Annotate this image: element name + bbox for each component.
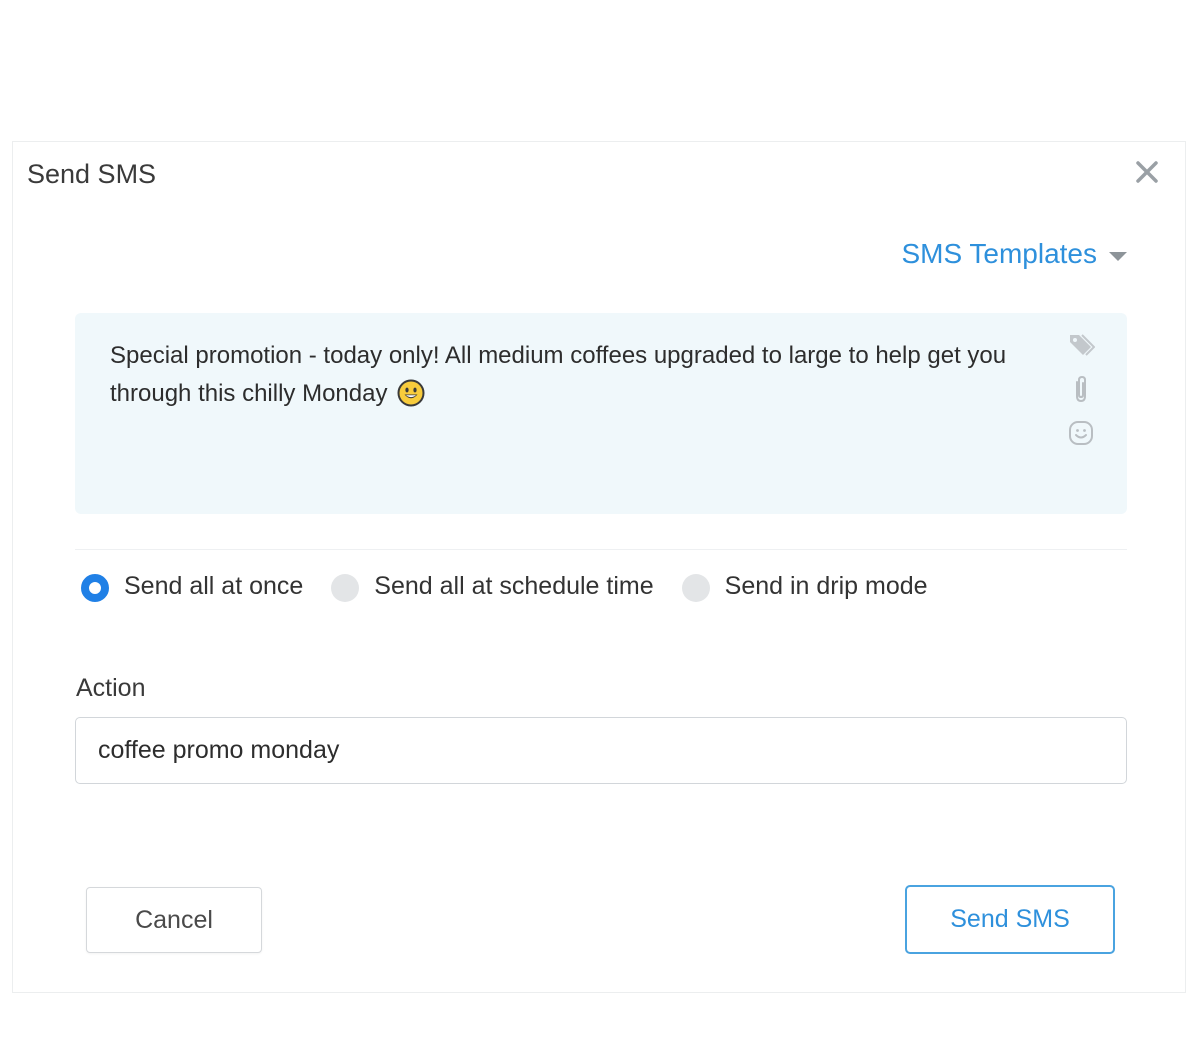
divider — [75, 549, 1127, 550]
paperclip-icon[interactable] — [1067, 374, 1095, 404]
radio-button-selected[interactable] — [81, 574, 109, 602]
radio-button[interactable] — [331, 574, 360, 602]
send-sms-dialog: Send SMS SMS Templates Special promotion… — [12, 141, 1186, 993]
radio-label: Send all at schedule time — [374, 571, 654, 600]
radio-button[interactable] — [681, 574, 710, 602]
radio-send-at-schedule-time[interactable]: Send all at schedule time — [331, 570, 654, 602]
radio-label: Send in drip mode — [724, 571, 928, 600]
grinning-face-emoji — [397, 379, 425, 407]
cancel-button[interactable]: Cancel — [86, 887, 262, 953]
action-label: Action — [76, 674, 146, 702]
action-input[interactable] — [75, 717, 1127, 784]
radio-label: Send all at once — [124, 571, 304, 600]
message-tools — [1065, 330, 1097, 448]
message-text: Special promotion - today only! All medi… — [110, 342, 1007, 407]
radio-send-in-drip-mode[interactable]: Send in drip mode — [681, 570, 928, 602]
message-text-area[interactable]: Special promotion - today only! All medi… — [110, 337, 1050, 413]
smiley-icon[interactable] — [1067, 418, 1095, 448]
message-editor[interactable]: Special promotion - today only! All medi… — [75, 313, 1127, 514]
send-mode-options: Send all at once Send all at schedule ti… — [81, 570, 956, 602]
send-sms-button[interactable]: Send SMS — [905, 885, 1115, 954]
sms-templates-label: SMS Templates — [901, 238, 1097, 269]
caret-down-icon — [1109, 251, 1127, 261]
dialog-title: Send SMS — [27, 159, 157, 189]
sms-templates-dropdown[interactable]: SMS Templates — [901, 238, 1127, 270]
radio-send-all-at-once[interactable]: Send all at once — [81, 570, 303, 602]
close-icon[interactable] — [1131, 156, 1163, 188]
tag-icon[interactable] — [1067, 330, 1096, 360]
